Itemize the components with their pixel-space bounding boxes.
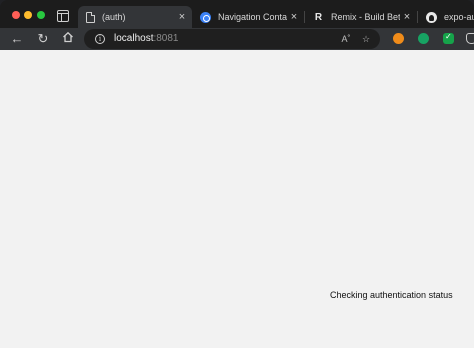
favorite-star-icon[interactable]: ☆ <box>360 33 372 45</box>
home-button[interactable] <box>60 31 76 47</box>
page-viewport: Checking authentication status <box>0 50 474 348</box>
tab-title: Navigation Container | <box>218 12 287 22</box>
read-aloud-icon[interactable]: A˚ <box>340 33 352 45</box>
tab-navigation-container[interactable]: Navigation Container | × <box>192 6 304 28</box>
reload-button[interactable]: ↻ <box>35 31 51 47</box>
privacy-shield-icon[interactable] <box>466 33 474 44</box>
url-port: :8081 <box>153 33 179 44</box>
tab-title: expo-auto <box>444 12 474 22</box>
remix-icon: R <box>314 11 323 23</box>
github-icon <box>426 11 437 23</box>
browser-window: (auth) × Navigation Container | × R Remi… <box>0 0 474 348</box>
minimize-window-button[interactable] <box>24 11 32 19</box>
tab-auth[interactable]: (auth) × <box>78 6 192 28</box>
tab-remix[interactable]: R Remix - Build Better W × <box>305 6 417 28</box>
document-icon <box>86 11 95 23</box>
url-host: localhost <box>114 33 154 44</box>
back-button[interactable]: ← <box>9 31 25 47</box>
tab-close-button[interactable]: × <box>175 11 189 23</box>
close-window-button[interactable] <box>12 11 20 19</box>
url-text[interactable]: localhost:8081 <box>114 33 179 44</box>
grammarly-icon[interactable] <box>418 33 429 44</box>
tab-actions-icon[interactable] <box>57 10 69 22</box>
info-icon[interactable]: i <box>95 34 105 44</box>
tab-close-button[interactable]: × <box>400 11 414 23</box>
home-icon <box>63 31 73 43</box>
address-bar[interactable]: i localhost:8081 A˚ ☆ <box>84 29 380 49</box>
zoom-window-button[interactable] <box>37 11 45 19</box>
auth-status-text: Checking authentication status <box>330 290 453 300</box>
vue-devtools-icon[interactable] <box>443 32 454 44</box>
tab-close-button[interactable]: × <box>287 11 301 23</box>
tab-title: (auth) <box>102 12 126 22</box>
browser-toolbar: ← ↻ i localhost:8081 A˚ ☆ <box>0 28 474 50</box>
tab-expo-auto[interactable]: expo-auto <box>418 6 474 28</box>
tab-strip: (auth) × Navigation Container | × R Remi… <box>0 0 474 28</box>
react-navigation-icon <box>200 11 211 23</box>
orange-extension-icon[interactable] <box>393 33 404 44</box>
tab-title: Remix - Build Better W <box>331 12 400 22</box>
